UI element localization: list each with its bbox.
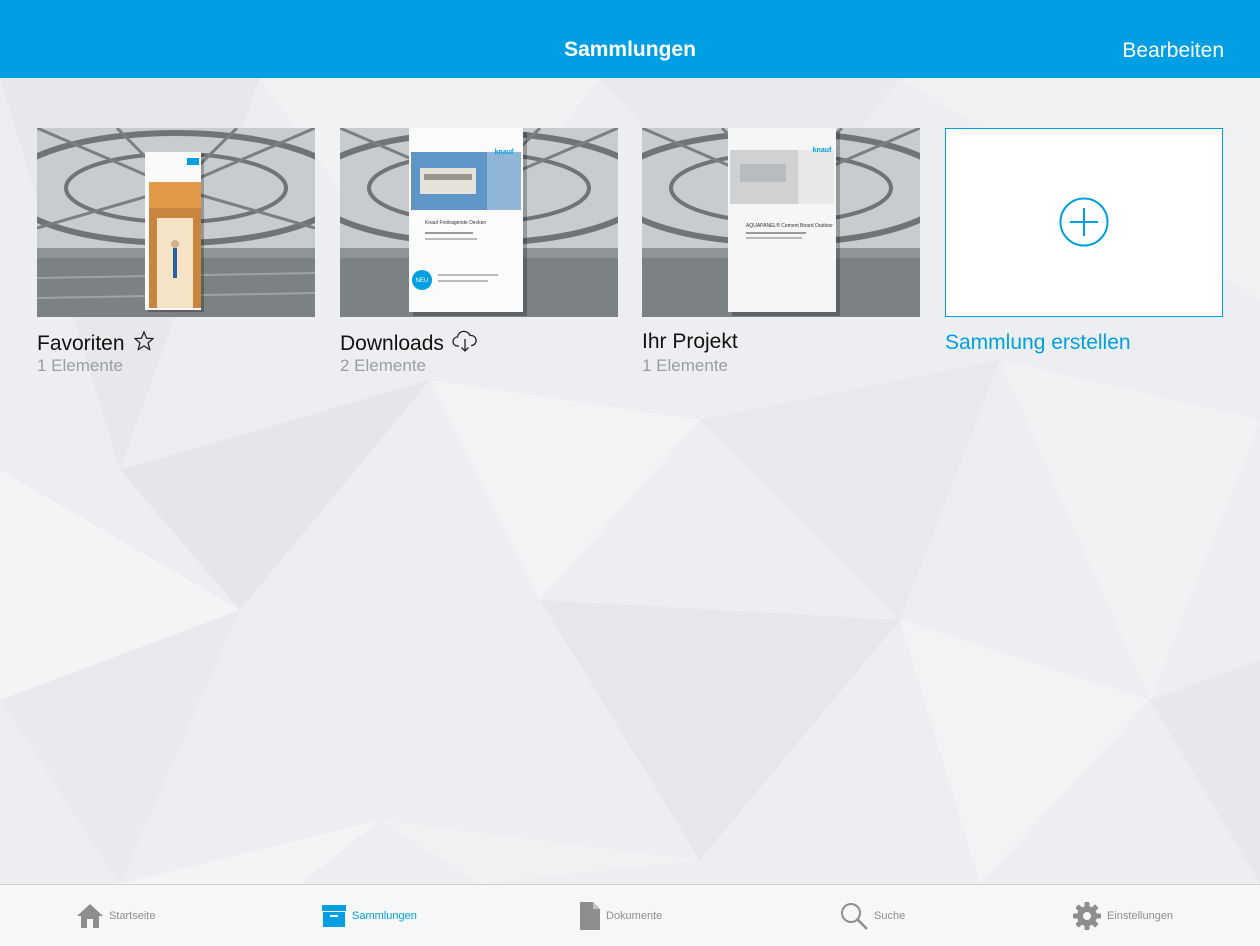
tab-einstellungen[interactable]: Einstellungen (1073, 885, 1173, 946)
tab-label: Dokumente (606, 909, 663, 922)
collection-title[interactable]: Ihr Projekt (642, 330, 738, 354)
collection-tile-favoriten[interactable] (37, 128, 315, 317)
star-icon (133, 330, 155, 358)
brochure-heading: AQUAPANEL® Cement Board Outdoor (746, 222, 833, 229)
tab-bar: Startseite Sammlungen Dokumente Suche Ei… (0, 884, 1260, 946)
collection-count: 1 Elemente (642, 356, 728, 375)
create-collection-tile[interactable] (945, 128, 1223, 317)
tab-suche[interactable]: Suche (840, 885, 905, 946)
tab-label: Suche (874, 909, 906, 922)
search-icon (841, 902, 868, 930)
nav-bar: Sammlungen Bearbeiten (0, 0, 1260, 78)
brand-logo: knauf (813, 147, 832, 154)
tab-dokumente[interactable]: Dokumente (580, 885, 662, 946)
collection-count: 2 Elemente (340, 356, 426, 375)
collection-thumbnail (37, 128, 315, 317)
collection-title[interactable]: Favoriten (37, 330, 155, 358)
brochure-heading: Knauf Freitragende Decken (425, 220, 486, 226)
brand-logo: knauf (495, 149, 514, 156)
tab-label: Sammlungen (352, 909, 417, 922)
tab-label: Startseite (109, 909, 156, 922)
collection-title-text: Ihr Projekt (642, 330, 738, 353)
collection-title-text: Downloads (340, 332, 444, 355)
neu-badge: NEU (416, 278, 429, 284)
plus-circle-icon (1059, 197, 1109, 247)
collection-title-text: Favoriten (37, 332, 125, 355)
box-icon (322, 904, 346, 927)
tab-label: Einstellungen (1107, 909, 1174, 922)
tab-startseite[interactable]: Startseite (77, 885, 155, 946)
home-icon (77, 903, 103, 928)
collection-thumbnail: knauf Knauf Freitragende Decken NEU (340, 128, 618, 317)
cloud-download-icon (452, 330, 478, 358)
page-title: Sammlungen (564, 38, 696, 61)
create-collection-button[interactable]: Sammlung erstellen (945, 331, 1131, 355)
tab-sammlungen[interactable]: Sammlungen (322, 885, 417, 946)
collection-title[interactable]: Downloads (340, 330, 478, 358)
gear-icon (1073, 901, 1101, 930)
document-icon (580, 901, 600, 930)
collection-thumbnail: knauf AQUAPANEL® Cement Board Outdoor (642, 128, 920, 317)
collection-tile-downloads[interactable]: knauf Knauf Freitragende Decken NEU (340, 128, 618, 317)
collection-count: 1 Elemente (37, 356, 123, 375)
edit-button[interactable]: Bearbeiten (1122, 39, 1224, 63)
collection-tile-ihr-projekt[interactable]: knauf AQUAPANEL® Cement Board Outdoor (642, 128, 920, 317)
